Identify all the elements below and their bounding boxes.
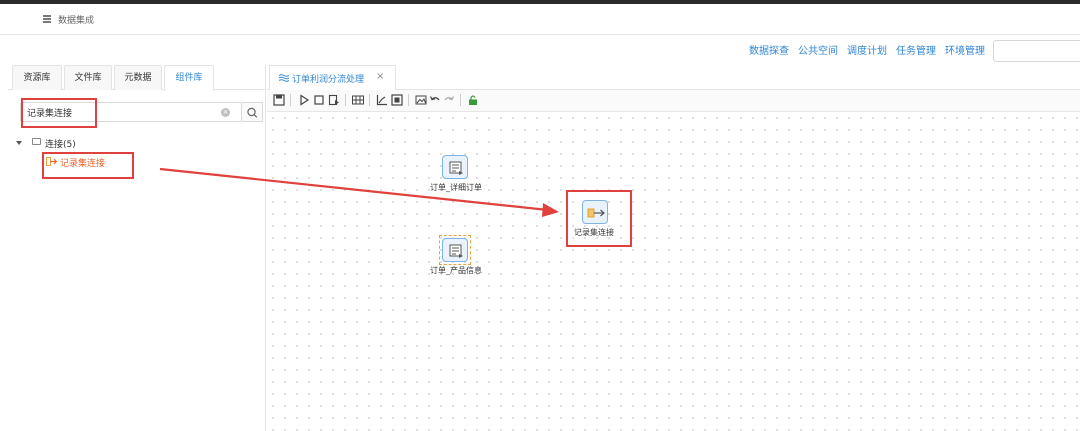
search-icon	[247, 107, 258, 118]
lock-icon[interactable]	[467, 94, 479, 106]
undo-icon[interactable]	[429, 94, 441, 106]
nav-environment-management[interactable]: 环境管理	[945, 44, 985, 60]
node-label: 订单_产品信息	[430, 266, 482, 275]
app-title: 数据集成	[58, 16, 95, 26]
nav-public-space[interactable]: 公共空间	[798, 44, 838, 60]
nav-schedule-plan[interactable]: 调度计划	[847, 44, 887, 60]
tab-metadata[interactable]: 元数据	[114, 65, 162, 90]
nav-data-explore[interactable]: 数据探查	[749, 44, 789, 60]
editor-tab-active[interactable]: 订单利润分流处理 ×	[269, 65, 396, 90]
chart-icon[interactable]	[376, 94, 388, 106]
tree-folder-connect[interactable]: 连接(5)	[45, 137, 76, 150]
table-input-icon	[449, 161, 463, 175]
clear-icon[interactable]: ×	[221, 108, 230, 117]
highlight-canvas-node	[566, 190, 632, 247]
save-icon[interactable]	[273, 94, 285, 106]
table-input-icon	[449, 244, 463, 258]
editor-area: 订单利润分流处理 × 订单_详细订单 订单_产品信息 记录集连接	[267, 65, 1080, 431]
tree-expand-caret-icon[interactable]	[16, 141, 22, 145]
layout-icon[interactable]	[391, 94, 403, 106]
run-icon[interactable]	[298, 94, 310, 106]
node-box	[442, 238, 468, 262]
nav-task-management[interactable]: 任务管理	[896, 44, 936, 60]
tab-resource-library[interactable]: 资源库	[12, 65, 62, 90]
debug-icon[interactable]	[328, 94, 340, 106]
search-button[interactable]	[242, 102, 263, 122]
highlight-search-box	[21, 98, 97, 128]
folder-icon	[32, 138, 41, 145]
toolbar-separator	[345, 94, 346, 106]
toolbar-separator	[290, 94, 291, 106]
tab-component-library[interactable]: 组件库	[164, 65, 214, 91]
flow-icon	[279, 74, 289, 82]
node-box	[442, 155, 468, 179]
editor-toolbar	[267, 90, 1080, 112]
toolbar-separator	[369, 94, 370, 106]
grid-icon[interactable]	[352, 94, 364, 106]
editor-tab-label: 订单利润分流处理	[292, 75, 365, 85]
editor-tabs: 订单利润分流处理 ×	[267, 65, 1080, 90]
top-search-input[interactable]	[993, 40, 1080, 62]
image-icon[interactable]	[415, 94, 427, 106]
close-icon[interactable]: ×	[376, 71, 384, 82]
tab-file-library[interactable]: 文件库	[64, 65, 112, 90]
left-panel-tabs: 资源库 文件库 元数据 组件库	[8, 65, 266, 91]
highlight-tree-item	[42, 152, 134, 179]
toolbar-separator	[460, 94, 461, 106]
menu-icon[interactable]	[43, 15, 51, 23]
app-header: 数据集成	[0, 4, 1080, 35]
top-nav: 数据探查 公共空间 调度计划 任务管理 环境管理	[749, 44, 994, 60]
redo-icon[interactable]	[443, 94, 455, 106]
design-canvas[interactable]: 订单_详细订单 订单_产品信息 记录集连接	[267, 112, 1080, 431]
stop-icon[interactable]	[313, 94, 325, 106]
toolbar-separator	[408, 94, 409, 106]
node-label: 订单_详细订单	[430, 183, 482, 192]
